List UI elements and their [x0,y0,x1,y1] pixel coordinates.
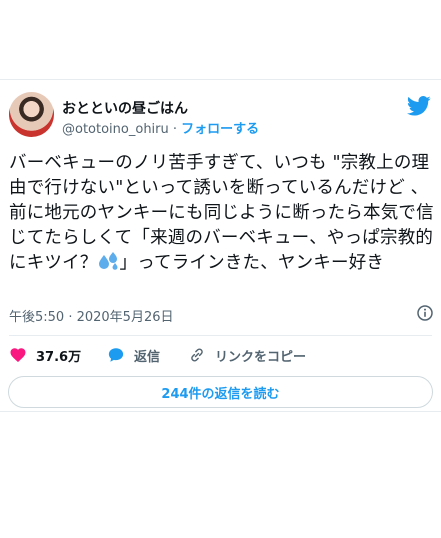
avatar[interactable] [9,92,54,137]
copy-link-button[interactable]: リンクをコピー [188,345,306,365]
author-display-name[interactable]: おとといの昼ごはん [62,98,188,118]
author-handle[interactable]: @ototoino_ohiru [62,122,169,137]
twitter-bird-icon[interactable] [407,96,431,116]
read-replies-button[interactable]: 244件の返信を読む [8,376,433,408]
tweet-text-end: 」ってラインきた、ヤンキー好き [119,253,385,273]
info-icon[interactable] [417,305,433,321]
tweet-text-block: バーベキューのノリ苦手すぎて、いつも "宗教上の理由で行けない"といって誘いを断… [9,151,437,276]
link-icon [191,348,203,362]
follow-button[interactable]: フォローする [181,122,259,137]
reply-button[interactable]: 返信 [107,345,160,365]
like-count: 37.6万 [36,349,82,365]
author-handle-row: @ototoino_ohiru · フォローする [62,118,259,137]
handle-separator: · [172,122,178,137]
tweet-card: おとといの昼ごはん @ototoino_ohiru · フォローする バーベキュ… [0,79,441,412]
like-button[interactable]: 37.6万 [9,345,81,365]
tweet-timestamp[interactable]: 午後5:50 · 2020年5月26日 [9,306,174,325]
copy-link-label: リンクをコピー [215,349,307,365]
heart-icon [10,348,26,363]
sweat-droplets-emoji [98,252,117,270]
reply-label: 返信 [134,349,161,365]
divider [9,335,432,336]
read-replies-label: 244件の返信を読む [161,386,280,402]
speech-bubble-icon [108,348,124,362]
